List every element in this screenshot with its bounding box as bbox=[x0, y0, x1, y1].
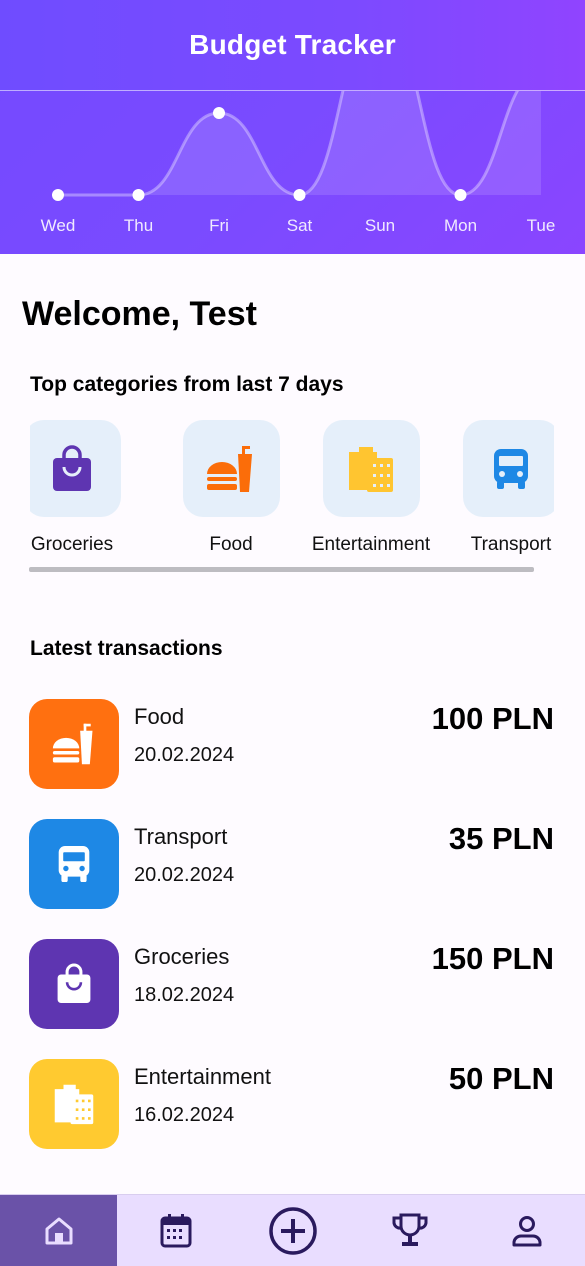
transaction-row[interactable]: Entertainment 16.02.2024 50 PLN bbox=[29, 1059, 554, 1149]
categories-scrollbar[interactable] bbox=[29, 567, 534, 572]
transaction-icon-tile bbox=[29, 1059, 119, 1149]
chart-line bbox=[57, 91, 520, 197]
welcome-heading: Welcome, Test bbox=[22, 295, 257, 333]
chart-area bbox=[58, 91, 541, 195]
chart-day-label-tue: Tue bbox=[526, 216, 556, 235]
bottom-navigation bbox=[0, 1194, 585, 1266]
nav-add[interactable] bbox=[234, 1195, 351, 1266]
transaction-date: 20.02.2024 bbox=[134, 864, 235, 886]
category-tile[interactable] bbox=[322, 420, 420, 517]
chart-day-label-fri: Fri bbox=[209, 216, 229, 235]
top-categories-title: Top categories from last 7 days bbox=[30, 373, 344, 396]
transaction-amount: 50 PLN bbox=[448, 1061, 554, 1096]
add-circle-icon bbox=[268, 1207, 317, 1255]
nav-achievements[interactable] bbox=[351, 1195, 468, 1266]
transaction-date: 16.02.2024 bbox=[134, 1104, 235, 1126]
categories-carousel[interactable]: Groceries Food Entertainment Transport bbox=[30, 420, 554, 570]
transaction-name: Entertainment bbox=[134, 1064, 271, 1089]
transaction-date: 18.02.2024 bbox=[134, 984, 235, 1006]
header: Budget Tracker Wed Thu Fri Sat Sun Mon Tue bbox=[0, 0, 585, 254]
transaction-icon-tile bbox=[29, 699, 119, 789]
transaction-date: 20.02.2024 bbox=[134, 744, 235, 766]
category-groceries[interactable]: Groceries bbox=[30, 420, 142, 556]
category-label: Transport bbox=[470, 534, 552, 555]
transaction-name: Transport bbox=[134, 824, 228, 849]
chart-point-fri bbox=[213, 107, 225, 119]
bus-icon bbox=[58, 846, 90, 882]
fastfood-icon bbox=[52, 723, 93, 765]
nav-calendar[interactable] bbox=[117, 1195, 234, 1266]
app-bar: Budget Tracker bbox=[0, 0, 585, 91]
chart-day-label-wed: Wed bbox=[40, 216, 76, 235]
transaction-name: Food bbox=[134, 704, 185, 729]
transaction-row[interactable]: Groceries 18.02.2024 150 PLN bbox=[29, 939, 554, 1029]
home-icon bbox=[45, 1217, 72, 1245]
chart-point-wed bbox=[52, 189, 64, 201]
chart-point-sat bbox=[293, 189, 306, 201]
category-entertainment[interactable]: Entertainment bbox=[301, 420, 441, 556]
category-transport[interactable]: Transport bbox=[441, 420, 554, 556]
category-label: Entertainment bbox=[311, 534, 431, 555]
film-icon bbox=[349, 446, 393, 492]
category-label: Food bbox=[209, 534, 253, 555]
chart-day-label-mon: Mon bbox=[443, 216, 478, 235]
transaction-name: Groceries bbox=[134, 944, 230, 969]
app-title: Budget Tracker bbox=[189, 29, 396, 60]
chart-day-label-thu: Thu bbox=[123, 216, 154, 235]
bus-icon bbox=[494, 448, 528, 489]
latest-transactions-title: Latest transactions bbox=[30, 637, 223, 660]
transaction-row[interactable]: Food 20.02.2024 100 PLN bbox=[29, 699, 554, 789]
person-icon bbox=[512, 1216, 541, 1247]
shopping-bag-icon bbox=[53, 444, 91, 491]
category-tile[interactable] bbox=[462, 420, 554, 517]
calendar-icon bbox=[160, 1214, 191, 1248]
transaction-icon-tile bbox=[29, 939, 119, 1029]
transaction-row[interactable]: Transport 20.02.2024 35 PLN bbox=[29, 819, 554, 909]
category-tile[interactable] bbox=[30, 420, 121, 517]
nav-profile[interactable] bbox=[468, 1195, 585, 1266]
transaction-amount: 35 PLN bbox=[448, 821, 554, 856]
film-icon bbox=[54, 1084, 94, 1125]
category-tile[interactable] bbox=[182, 420, 280, 517]
category-food[interactable]: Food bbox=[161, 420, 301, 556]
chart-point-mon bbox=[454, 189, 467, 201]
transaction-amount: 100 PLN bbox=[431, 701, 554, 736]
trophy-icon bbox=[392, 1213, 427, 1246]
transaction-amount: 150 PLN bbox=[431, 941, 554, 976]
nav-home[interactable] bbox=[0, 1195, 117, 1266]
fastfood-icon bbox=[207, 445, 252, 492]
chart-day-label-sat: Sat bbox=[286, 216, 313, 235]
chart-day-label-sun: Sun bbox=[364, 216, 396, 235]
transaction-icon-tile bbox=[29, 819, 119, 909]
category-label: Groceries bbox=[30, 534, 114, 555]
shopping-bag-icon bbox=[57, 963, 91, 1003]
chart-point-thu bbox=[132, 189, 145, 201]
